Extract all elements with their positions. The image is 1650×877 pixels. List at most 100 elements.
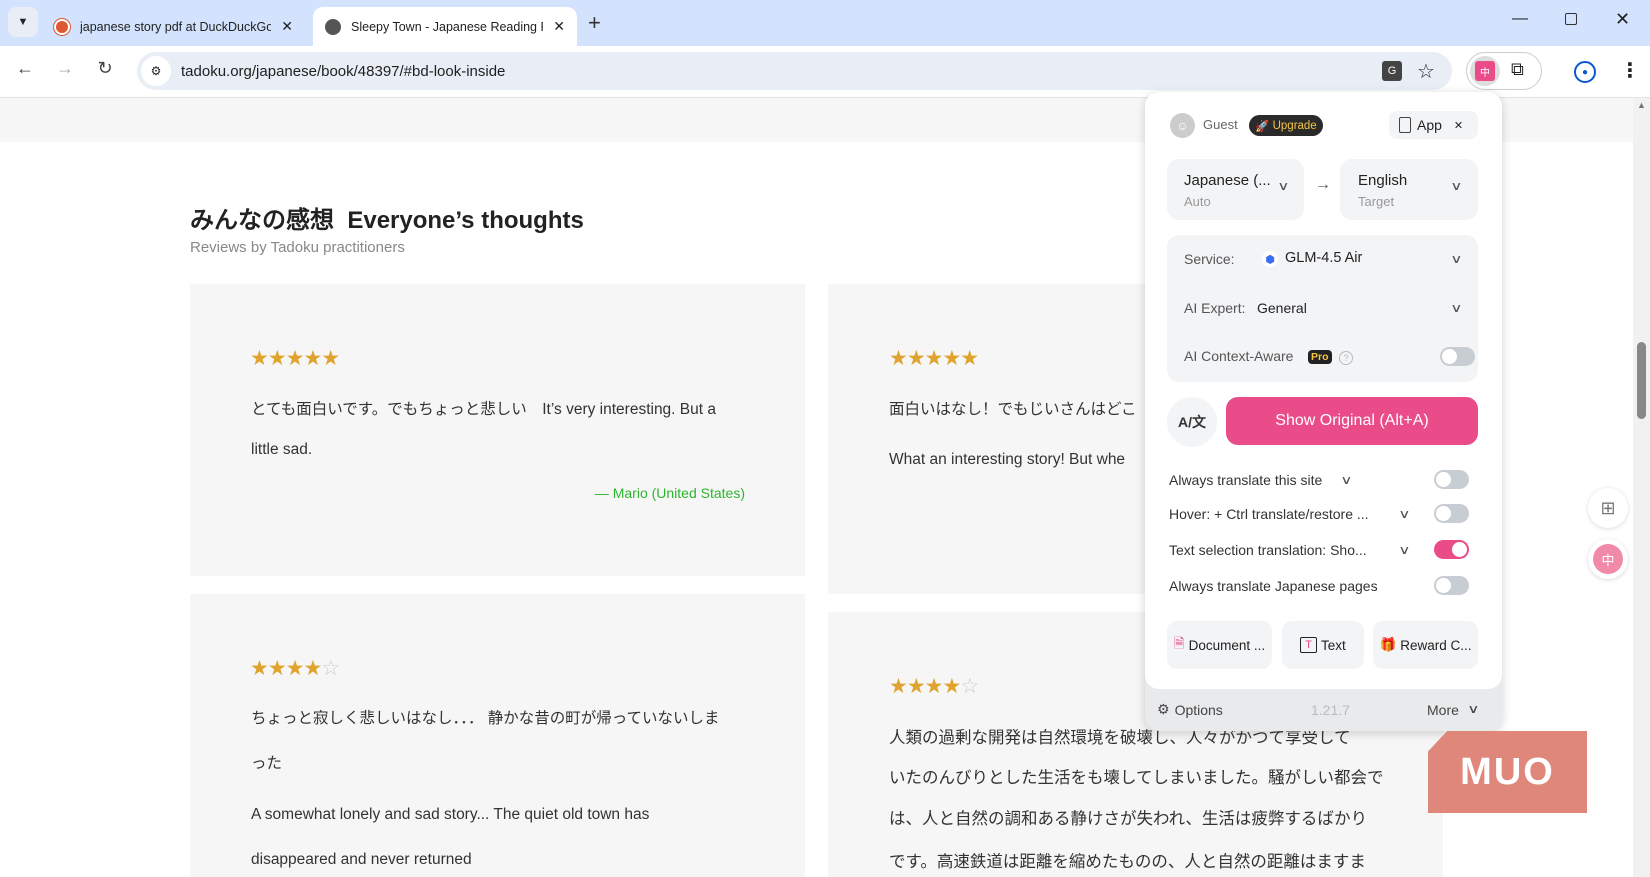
- tab-search-button[interactable]: ▼: [8, 7, 38, 37]
- upgrade-label: Upgrade: [1272, 119, 1317, 132]
- document-button[interactable]: 🗎 Document ...: [1167, 621, 1272, 669]
- show-original-button[interactable]: Show Original (Alt+A): [1226, 397, 1478, 445]
- reward-label: Reward C...: [1400, 637, 1472, 653]
- ai-expert-label: AI Expert:: [1184, 300, 1246, 316]
- review-text: little sad.: [251, 441, 313, 458]
- arrow-right-icon: →: [1315, 176, 1331, 193]
- back-button[interactable]: ←: [9, 52, 41, 84]
- review-text: いたのんびりとした生活をも壊してしまいました。騒がしい都会で: [889, 769, 1384, 787]
- context-aware-toggle[interactable]: [1440, 347, 1475, 366]
- bookmark-star-icon[interactable]: ☆: [1417, 59, 1435, 84]
- scrollbar-thumb[interactable]: [1637, 342, 1646, 419]
- menu-icon[interactable]: ⋮: [1620, 58, 1640, 83]
- options-label: Options: [1174, 701, 1223, 718]
- context-aware-label: AI Context-Aware: [1184, 348, 1294, 364]
- review-text: です。高速鉄道は距離を縮めたものの、人と自然の距離はますま: [889, 853, 1366, 871]
- options-button[interactable]: ⚙ Options: [1157, 701, 1223, 718]
- user-name: Guest: [1203, 117, 1238, 132]
- more-label: More: [1427, 702, 1459, 718]
- ai-expert-value: General: [1257, 300, 1307, 316]
- review-text: 面白いはなし！でもじいさんはどこ: [889, 401, 1137, 418]
- guest-avatar: ☺: [1170, 113, 1195, 138]
- source-sub: Auto: [1184, 194, 1211, 209]
- chevron-down-icon[interactable]: ∨: [1398, 507, 1410, 521]
- floating-translate-button[interactable]: 中: [1588, 539, 1628, 579]
- review-text: disappeared and never returned: [251, 851, 472, 868]
- page-scrollbar[interactable]: ▲: [1633, 98, 1650, 877]
- extensions-pill: 中 ⧉: [1466, 52, 1542, 90]
- review-text: A somewhat lonely and sad story... The q…: [251, 806, 650, 823]
- new-tab-button[interactable]: +: [588, 10, 601, 36]
- chevron-down-icon: ∨: [1450, 179, 1463, 193]
- app-label: App: [1417, 117, 1442, 133]
- rocket-icon: 🚀: [1255, 120, 1270, 133]
- setting-always-translate-japanese: Always translate Japanese pages: [1169, 578, 1378, 594]
- site-info-icon[interactable]: ⚙: [141, 56, 171, 86]
- review-text: とても面白いです。でもちょっと悲しい It’s very interesting…: [251, 401, 716, 418]
- restore-button[interactable]: [1565, 13, 1577, 25]
- profile-icon[interactable]: ●: [1574, 61, 1596, 83]
- tab-sleepy-town[interactable]: Sleepy Town - Japanese Reading Practice …: [313, 7, 577, 46]
- address-bar[interactable]: ⚙ tadoku.org/japanese/book/48397/#bd-loo…: [137, 52, 1452, 90]
- globe-icon: [325, 18, 341, 35]
- close-tab-icon[interactable]: ✕: [553, 18, 565, 35]
- tab-bar: ▼ japanese story pdf at DuckDuckGo ✕ Sle…: [0, 0, 1650, 46]
- text-button[interactable]: T Text: [1282, 621, 1364, 669]
- review-card: ★★★★★ とても面白いです。でもちょっと悲しい It’s very inter…: [190, 284, 805, 576]
- source-language: Japanese (...: [1184, 172, 1271, 189]
- translate-page-icon[interactable]: G: [1382, 61, 1402, 81]
- help-icon[interactable]: ?: [1339, 351, 1353, 365]
- glm-icon: ⬢: [1262, 251, 1278, 267]
- translator-popup: ☺ Guest 🚀 Upgrade App ✕ Japanese (... Aut…: [1145, 92, 1502, 731]
- target-language-select[interactable]: English Target ∨: [1340, 159, 1478, 220]
- hover-toggle[interactable]: [1434, 504, 1469, 523]
- chevron-down-icon[interactable]: ∨: [1340, 473, 1352, 487]
- floating-grid-button[interactable]: ⊞: [1588, 488, 1628, 528]
- scroll-up-arrow[interactable]: ▲: [1637, 100, 1646, 110]
- review-text: った: [251, 755, 283, 772]
- app-button[interactable]: App ✕: [1389, 111, 1478, 139]
- text-label: Text: [1320, 637, 1346, 653]
- gift-icon: 🎁: [1379, 637, 1397, 652]
- tab-duckduckgo[interactable]: japanese story pdf at DuckDuckGo ✕: [42, 7, 305, 46]
- translator-extension-icon[interactable]: 中: [1470, 56, 1500, 86]
- setting-hover: Hover: + Ctrl translate/restore ...: [1169, 506, 1369, 522]
- chevron-down-icon: ∨: [1467, 702, 1480, 716]
- translate-mode-button[interactable]: A/文: [1167, 397, 1217, 447]
- more-button[interactable]: More ∨: [1427, 702, 1480, 718]
- service-value: GLM-4.5 Air: [1285, 250, 1363, 266]
- service-label: Service:: [1184, 251, 1235, 267]
- forward-button[interactable]: →: [49, 52, 81, 84]
- chevron-down-icon: ∨: [1277, 179, 1290, 193]
- chevron-down-icon[interactable]: ∨: [1398, 543, 1410, 557]
- chevron-down-icon: ∨: [1450, 301, 1463, 315]
- service-panel: Service: ⬢ GLM-4.5 Air ∨ AI Expert: Gene…: [1167, 235, 1478, 382]
- rating-stars: ★★★★☆: [250, 657, 340, 680]
- review-author: — Mario (United States): [594, 485, 745, 501]
- reward-button[interactable]: 🎁 Reward C...: [1373, 621, 1478, 669]
- close-app-icon[interactable]: ✕: [1454, 119, 1463, 132]
- popup-body: ☺ Guest 🚀 Upgrade App ✕ Japanese (... Aut…: [1145, 92, 1502, 689]
- always-translate-site-toggle[interactable]: [1434, 470, 1469, 489]
- setting-text-selection: Text selection translation: Sho...: [1169, 542, 1367, 558]
- extensions-puzzle-icon[interactable]: ⧉: [1511, 59, 1524, 80]
- minimize-button[interactable]: —: [1512, 10, 1528, 28]
- text-selection-toggle[interactable]: [1434, 540, 1469, 559]
- upgrade-button[interactable]: 🚀 Upgrade: [1249, 115, 1323, 136]
- document-label: Document ...: [1188, 637, 1266, 653]
- target-sub: Target: [1358, 194, 1395, 209]
- reload-button[interactable]: ↻: [89, 52, 121, 84]
- setting-always-translate-site: Always translate this site: [1169, 472, 1323, 488]
- source-language-select[interactable]: Japanese (... Auto ∨: [1167, 159, 1304, 220]
- duckduckgo-icon: [54, 18, 70, 35]
- url-text[interactable]: tadoku.org/japanese/book/48397/#bd-look-…: [181, 63, 505, 80]
- page-heading: みんなの感想 Everyone’s thoughts: [190, 200, 584, 235]
- target-language: English: [1358, 172, 1408, 189]
- close-tab-icon[interactable]: ✕: [281, 18, 293, 35]
- document-icon: 🗎: [1173, 635, 1185, 651]
- always-translate-japanese-toggle[interactable]: [1434, 576, 1469, 595]
- close-window-button[interactable]: ✕: [1615, 9, 1630, 30]
- gear-icon: ⚙: [1157, 701, 1170, 717]
- rating-stars: ★★★★★: [889, 347, 979, 370]
- rating-stars: ★★★★☆: [889, 675, 979, 698]
